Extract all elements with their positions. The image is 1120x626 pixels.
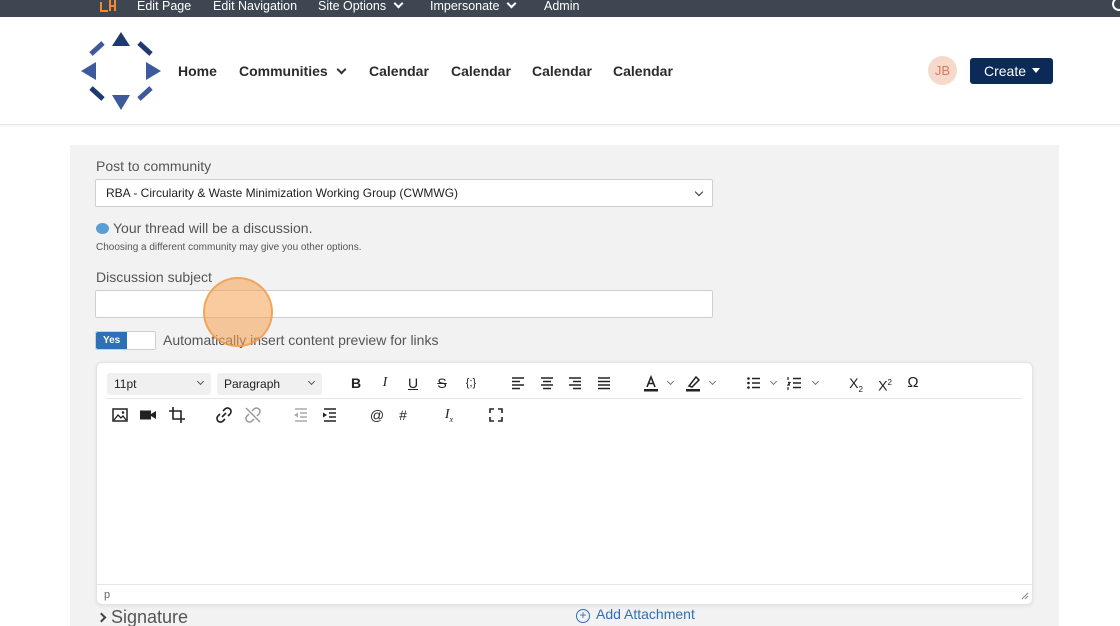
video-icon[interactable] [137, 404, 159, 426]
link-preview-toggle[interactable]: Yes [95, 331, 156, 350]
link-icon[interactable] [213, 404, 235, 426]
thread-type-note: Choosing a different community may give … [96, 242, 362, 253]
font-size-select[interactable]: 11pt [107, 373, 211, 395]
outdent-icon[interactable] [290, 404, 312, 426]
highlight-color-icon[interactable] [682, 372, 704, 394]
create-button[interactable]: Create [970, 58, 1053, 84]
user-circle-icon[interactable] [1112, 0, 1120, 11]
align-center-icon[interactable] [536, 372, 558, 394]
font-size-value: 11pt [114, 377, 137, 391]
editor-content-area[interactable] [97, 435, 1032, 583]
subject-input[interactable] [95, 290, 713, 318]
avatar[interactable]: JB [928, 56, 957, 85]
indent-icon[interactable] [319, 404, 341, 426]
community-select-value: RBA - Circularity & Waste Minimization W… [106, 186, 459, 200]
site-logo[interactable] [80, 31, 162, 111]
chevron-down-icon [694, 187, 704, 197]
chevron-down-icon [336, 64, 347, 75]
click-indicator [203, 277, 273, 347]
subject-label: Discussion subject [96, 269, 212, 285]
link-preview-label: Automatically insert content preview for… [163, 332, 439, 348]
edit-navigation-link[interactable]: Edit Navigation [213, 0, 297, 17]
block-format-select[interactable]: Paragraph [217, 373, 322, 395]
nav-communities[interactable]: Communities [239, 63, 347, 79]
chevron-down-icon [507, 0, 517, 9]
image-icon[interactable] [109, 404, 131, 426]
impersonate-label: Impersonate [430, 0, 500, 13]
toolbar-divider [106, 398, 1022, 399]
clear-formatting-icon[interactable]: Ix [438, 404, 460, 426]
cms-logo-icon[interactable] [100, 0, 118, 13]
hashtag-icon[interactable]: # [392, 404, 414, 426]
create-label: Create [984, 63, 1027, 79]
text-color-icon[interactable] [640, 372, 662, 394]
site-options-label: Site Options [318, 0, 387, 13]
block-format-value: Paragraph [224, 377, 281, 391]
strikethrough-icon[interactable]: S [431, 372, 453, 394]
nav-calendar-1[interactable]: Calendar [369, 63, 429, 79]
chevron-down-icon [196, 377, 205, 386]
community-select[interactable]: RBA - Circularity & Waste Minimization W… [95, 179, 713, 207]
resize-handle-icon[interactable] [1021, 592, 1029, 600]
numbered-list-icon[interactable] [784, 372, 806, 394]
community-label: Post to community [96, 158, 212, 174]
site-header: Home Communities Calendar Calendar Calen… [0, 17, 1120, 125]
add-attachment-label: Add Attachment [596, 606, 695, 622]
thread-type-text: Your thread will be a discussion. [113, 220, 313, 236]
site-options-menu[interactable]: Site Options [318, 0, 404, 17]
toggle-state: Yes [96, 332, 127, 349]
code-icon[interactable]: {;} [460, 372, 482, 394]
editor-status-bar: p [97, 584, 1032, 604]
impersonate-menu[interactable]: Impersonate [430, 0, 517, 17]
special-character-icon[interactable]: Ω [902, 372, 924, 394]
chevron-down-icon [307, 377, 316, 386]
plus-circle-icon: + [576, 609, 590, 623]
nav-calendar-3[interactable]: Calendar [532, 63, 592, 79]
unlink-icon[interactable] [242, 404, 264, 426]
nav-communities-label: Communities [239, 63, 328, 79]
admin-bar: Edit Page Edit Navigation Site Options I… [0, 0, 1120, 17]
nav-home[interactable]: Home [178, 63, 217, 79]
bullet-list-icon[interactable] [743, 372, 765, 394]
fullscreen-icon[interactable] [485, 404, 507, 426]
element-path[interactable]: p [104, 589, 110, 601]
signature-label: Signature [111, 607, 189, 626]
subscript-icon[interactable]: X2 [845, 372, 867, 394]
italic-icon[interactable]: I [374, 372, 396, 394]
chevron-down-icon [393, 0, 404, 9]
admin-link[interactable]: Admin [544, 0, 579, 17]
speech-bubble-icon [96, 223, 109, 234]
align-left-icon[interactable] [507, 372, 529, 394]
chevron-right-icon [96, 612, 107, 623]
bold-icon[interactable]: B [345, 372, 367, 394]
signature-toggle[interactable]: Signature [96, 607, 189, 626]
align-right-icon[interactable] [564, 372, 586, 394]
thread-type-info: Your thread will be a discussion. [96, 220, 313, 236]
superscript-icon[interactable]: X2 [874, 372, 896, 394]
nav-calendar-4[interactable]: Calendar [613, 63, 673, 79]
crop-icon[interactable] [166, 404, 188, 426]
mention-icon[interactable]: @ [366, 404, 388, 426]
align-justify-icon[interactable] [593, 372, 615, 394]
caret-down-icon [1032, 68, 1041, 73]
nav-calendar-2[interactable]: Calendar [451, 63, 511, 79]
underline-icon[interactable]: U [402, 372, 424, 394]
edit-page-link[interactable]: Edit Page [137, 0, 191, 17]
add-attachment-button[interactable]: + Add Attachment [576, 606, 695, 623]
